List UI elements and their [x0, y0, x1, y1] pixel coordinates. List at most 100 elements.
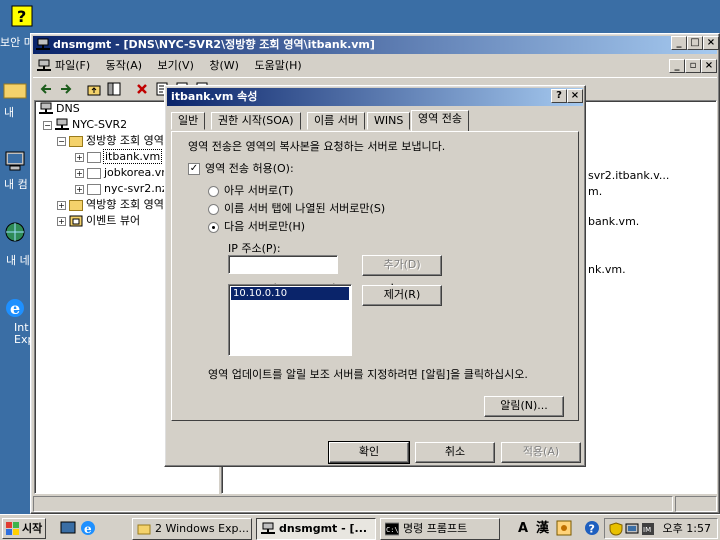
ip-address-input[interactable]: . . .	[228, 255, 394, 288]
status-panel	[675, 496, 717, 512]
child-restore-button[interactable]: ▫	[685, 59, 701, 73]
desktop-icon-documents[interactable]: 내	[0, 80, 30, 120]
taskbar-item-dnsmgmt[interactable]: dnsmgmt - [...	[256, 518, 376, 540]
svg-text:C:\: C:\	[386, 526, 399, 534]
tree-label: 역방향 조회 영역	[86, 198, 164, 211]
child-minimize-button[interactable]: _	[669, 59, 685, 73]
tree-pane-icon	[107, 82, 121, 96]
taskbar-item-explorer[interactable]: 2 Windows Exp...	[132, 518, 252, 540]
dns-server-icon	[261, 522, 275, 534]
tree-node-reverse-zones[interactable]: + 역방향 조회 영역	[57, 197, 164, 213]
tab-soa[interactable]: 권한 시작(SOA)	[211, 112, 301, 130]
properties-dialog: itbank.vm 속성 ? × 일반 권한 시작(SOA) 이름 서버 WIN…	[164, 85, 586, 467]
ok-button[interactable]: 확인	[328, 441, 410, 464]
app-tray-icon[interactable]: IM	[641, 522, 655, 536]
dialog-help-button[interactable]: ?	[551, 89, 567, 103]
network-globe-icon	[5, 222, 25, 242]
quick-launch-desktop[interactable]	[60, 520, 76, 536]
collapse-icon[interactable]: −	[57, 136, 66, 146]
close-button[interactable]: ×	[703, 36, 719, 50]
back-arrow-icon	[40, 84, 51, 94]
desktop-icon-label: 내	[4, 106, 15, 119]
radio-icon	[208, 185, 219, 197]
tree-label: DNS	[56, 102, 80, 115]
desktop-icon-computer[interactable]: 내 컴	[0, 150, 30, 191]
maximize-button[interactable]: □	[687, 36, 703, 50]
tree-label: jobkorea.vm	[104, 166, 172, 179]
desktop-icon-ie[interactable]: e Int Exp	[0, 296, 34, 346]
tab-zone-transfers[interactable]: 영역 전송	[411, 110, 469, 131]
expand-icon[interactable]: +	[75, 152, 84, 162]
expand-icon[interactable]: +	[57, 216, 66, 226]
remove-button[interactable]: 제거(R)	[362, 285, 442, 306]
mmc-titlebar[interactable]: dnsmgmt - [DNS\NYC-SVR2\정방향 조회 영역\itbank…	[33, 36, 717, 54]
child-close-button[interactable]: ×	[701, 59, 717, 73]
allow-transfer-checkbox[interactable]: ✓ 영역 전송 허용(O):	[188, 160, 294, 176]
tab-page: 영역 전송은 영역의 복사본을 요청하는 서버로 보냅니다. ✓ 영역 전송 허용…	[171, 131, 579, 421]
menu-file[interactable]: 파일(F)	[55, 59, 90, 72]
help-question-icon: ?	[11, 5, 33, 27]
window-title: dnsmgmt - [DNS\NYC-SVR2\정방향 조회 영역\itbank…	[53, 38, 375, 51]
help-tray-button[interactable]: ?	[584, 520, 600, 536]
minimize-button[interactable]: _	[671, 36, 687, 50]
expand-icon[interactable]: +	[75, 184, 84, 194]
tree-node-zone-jobkorea[interactable]: + jobkorea.vm	[75, 165, 172, 181]
back-button[interactable]	[37, 80, 55, 98]
dialog-titlebar[interactable]: itbank.vm 속성	[167, 88, 583, 106]
status-bar	[33, 495, 717, 513]
menu-action[interactable]: 동작(A)	[106, 59, 142, 72]
tab-wins[interactable]: WINS	[367, 112, 411, 130]
tree-node-zone-itbank[interactable]: + itbank.vm	[75, 149, 163, 165]
quick-launch-ie[interactable]: e	[80, 520, 96, 536]
tree-label: 정방향 조회 영역	[86, 134, 164, 147]
tree-node-forward-zones[interactable]: − 정방향 조회 영역	[57, 133, 164, 149]
ip-list-item-selected[interactable]: 10.10.0.10	[231, 287, 349, 300]
show-tree-button[interactable]	[105, 80, 123, 98]
taskbar-item-cmd[interactable]: C:\ 명령 프롬프트	[380, 518, 500, 540]
delete-button[interactable]	[133, 80, 151, 98]
expand-icon[interactable]: +	[57, 200, 66, 210]
list-cell: nk.vm.	[588, 263, 626, 276]
menu-view[interactable]: 보기(V)	[158, 59, 194, 72]
forward-button[interactable]	[57, 80, 75, 98]
notify-button[interactable]: 알림(N)...	[484, 396, 564, 417]
list-cell: bank.vm.	[588, 215, 640, 228]
collapse-icon[interactable]: −	[43, 120, 52, 130]
clock[interactable]: 오후 1:57	[663, 519, 711, 538]
taskbar: 시작 e 2 Windows Exp... dnsmgmt - [... C:\…	[0, 514, 720, 540]
tree-node-event-viewer[interactable]: + 이벤트 뷰어	[57, 213, 140, 229]
radio-any-server[interactable]: 아무 서버로(T)	[208, 182, 293, 198]
internet-explorer-icon: e	[6, 299, 24, 318]
shield-icon[interactable]	[609, 522, 623, 536]
radio-following-servers[interactable]: 다음 서버로만(H)	[208, 218, 305, 234]
dialog-close-button[interactable]: ×	[567, 89, 583, 103]
up-folder-button[interactable]	[85, 80, 103, 98]
computer-icon	[5, 151, 25, 171]
network-tray-icon[interactable]	[625, 522, 639, 536]
desktop-icon-network[interactable]: 내 네	[0, 222, 30, 267]
tab-name-servers[interactable]: 이름 서버	[307, 112, 365, 130]
expand-icon[interactable]: +	[75, 168, 84, 178]
ime-language-indicator[interactable]: A	[518, 518, 528, 539]
tree-node-zone-nyc-svr2[interactable]: + nyc-svr2.nz	[75, 181, 168, 197]
status-panel	[33, 496, 673, 512]
command-prompt-icon: C:\	[385, 522, 399, 536]
ip-list-box[interactable]: 10.10.0.10	[228, 284, 352, 356]
cancel-button[interactable]: 취소	[415, 442, 495, 463]
radio-name-servers-only[interactable]: 이름 서버 탭에 나열된 서버로만(S)	[208, 200, 385, 216]
folder-icon	[137, 524, 151, 535]
menu-window[interactable]: 창(W)	[209, 59, 239, 72]
apply-button[interactable]: 적용(A)	[501, 442, 581, 463]
ime-settings-icon[interactable]	[556, 520, 572, 536]
tab-general[interactable]: 일반	[171, 112, 206, 130]
svg-text:?: ?	[17, 7, 26, 26]
dns-server-icon	[36, 38, 50, 50]
tree-node-dns[interactable]: DNS	[39, 101, 80, 117]
menu-help[interactable]: 도움말(H)	[254, 59, 301, 72]
add-button[interactable]: 추가(D)	[362, 255, 442, 276]
start-button[interactable]: 시작	[2, 518, 46, 539]
ime-hanja-indicator[interactable]: 漢	[536, 518, 549, 539]
checkmark-icon: ✓	[188, 163, 200, 175]
menu-bar: 파일(F) 동작(A) 보기(V) 창(W) 도움말(H) _ ▫ ×	[33, 56, 717, 76]
tree-node-server[interactable]: − NYC-SVR2	[43, 117, 127, 133]
